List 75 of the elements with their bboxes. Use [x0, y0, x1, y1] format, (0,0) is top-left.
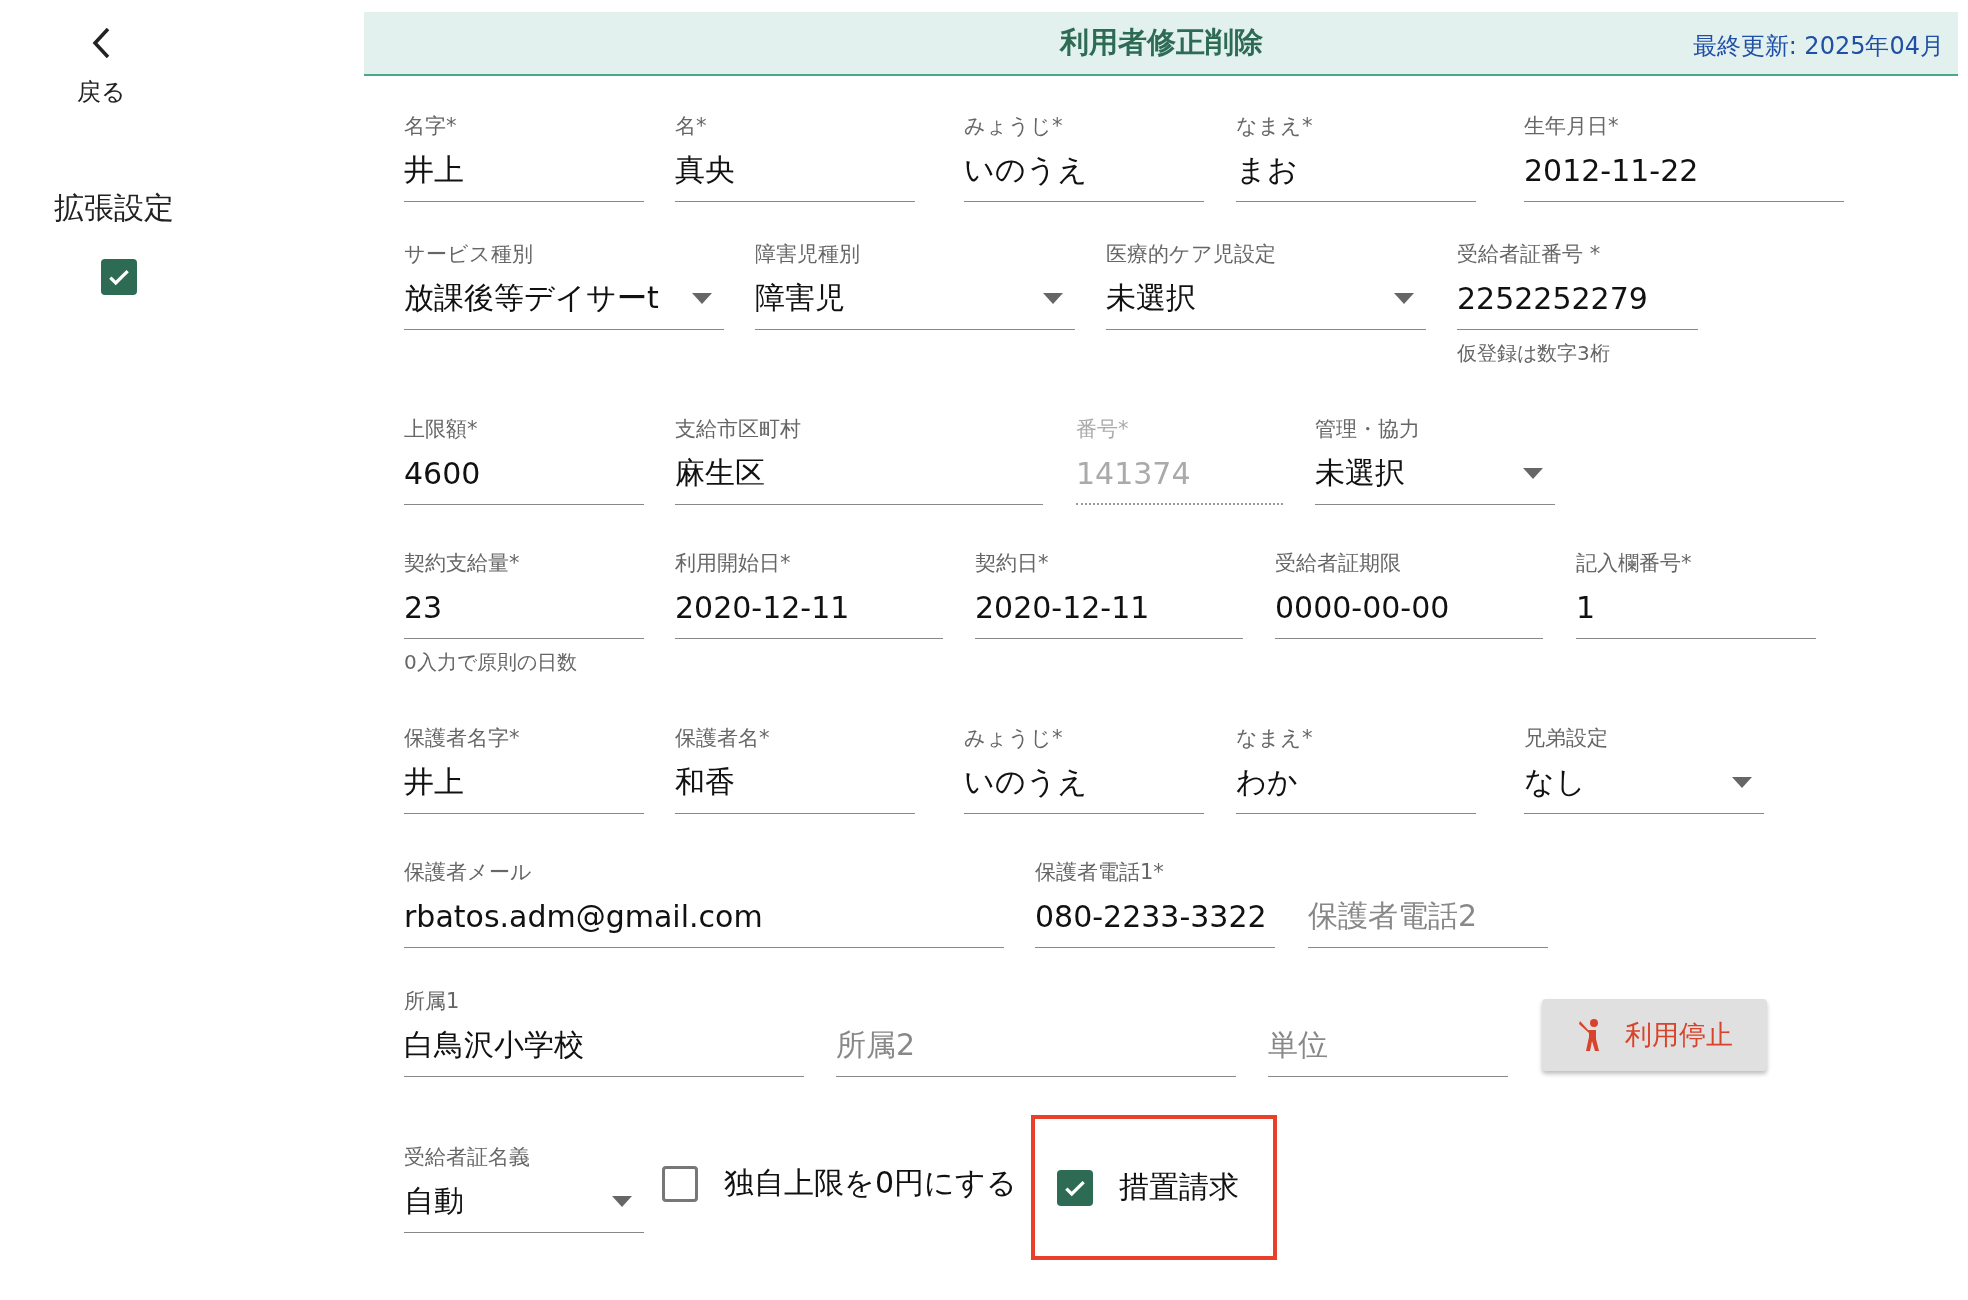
input-field[interactable]: いのうえ [964, 140, 1204, 202]
input-field[interactable]: 080-2233-3322 [1035, 886, 1275, 948]
dropdown-caret-icon [1043, 292, 1063, 305]
input-field[interactable]: 1 [1576, 577, 1816, 639]
field-label: 上限額* [404, 416, 479, 443]
field-label: なまえ* [1236, 113, 1314, 140]
input-field[interactable]: 真央 [675, 140, 915, 202]
field-label: 障害児種別 [755, 241, 861, 268]
setting-label: 拡張設定 [54, 189, 174, 227]
input-field[interactable]: 麻生区 [675, 443, 1043, 505]
dropdown-caret-icon [692, 292, 712, 305]
checkbox-label: 措置請求 [1119, 1168, 1240, 1206]
dropdown-caret-icon [1732, 776, 1752, 789]
field-label: 名字* [404, 113, 458, 140]
input-field[interactable]: 白鳥沢小学校 [404, 1015, 804, 1077]
back-button[interactable]: 戻る [64, 26, 138, 108]
field-label: 保護者電話1* [1035, 859, 1165, 886]
field-label: 保護者名* [675, 725, 771, 752]
field-label: 支給市区町村 [675, 416, 802, 443]
checkbox[interactable] [1057, 1169, 1094, 1206]
input-field[interactable]: 2020-12-11 [675, 577, 943, 639]
input-field[interactable]: 所属2 [836, 1015, 1236, 1077]
field-label: 所属1 [404, 988, 461, 1015]
helper-text: 0入力で原則の日数 [404, 649, 578, 676]
input-field[interactable]: 保護者電話2 [1308, 886, 1548, 948]
input-field[interactable]: rbatos.adm@gmail.com [404, 886, 1004, 948]
input-field[interactable]: 単位 [1268, 1015, 1508, 1077]
input-field[interactable]: 2252252279 [1457, 268, 1698, 330]
select-field[interactable]: 未選択 [1106, 268, 1426, 330]
field-label: 保護者メール [404, 859, 533, 886]
page-title: 利用者修正削除 [1059, 24, 1263, 61]
field-label: 契約日* [975, 550, 1050, 577]
last-updated-text: 最終更新: 2025年04月 [1692, 31, 1944, 62]
field-label: 保護者名字* [404, 725, 521, 752]
input-field[interactable]: まお [1236, 140, 1476, 202]
field-label: なまえ* [1236, 725, 1314, 752]
field-label: みょうじ* [964, 113, 1064, 140]
field-label: 利用開始日* [675, 550, 792, 577]
input-field: 141374 [1076, 443, 1283, 505]
field-label: 番号* [1076, 416, 1130, 443]
field-label: 契約支給量* [404, 550, 521, 577]
field-label: 兄弟設定 [1524, 725, 1609, 752]
input-field[interactable]: 2012-11-22 [1524, 140, 1844, 202]
dropdown-caret-icon [1523, 467, 1543, 480]
field-label: 名* [675, 113, 708, 140]
helper-text: 仮登録は数字3桁 [1457, 340, 1611, 367]
dropdown-caret-icon [612, 1195, 632, 1208]
checkbox[interactable] [101, 259, 137, 295]
back-chevron-icon [90, 26, 112, 60]
field-label: 受給者証名義 [404, 1144, 531, 1171]
input-field[interactable]: いのうえ [964, 752, 1204, 814]
select-field[interactable]: 障害児 [755, 268, 1075, 330]
field-label: 受給者証番号 * [1457, 241, 1602, 268]
select-field[interactable]: なし [1524, 752, 1764, 814]
field-label: 管理・協力 [1315, 416, 1421, 443]
field-label: 医療的ケア児設定 [1106, 241, 1277, 268]
input-field[interactable]: 2020-12-11 [975, 577, 1243, 639]
input-field[interactable]: 23 [404, 577, 644, 639]
select-field[interactable]: 未選択 [1315, 443, 1555, 505]
input-field[interactable]: 4600 [404, 443, 644, 505]
checkbox[interactable] [662, 1165, 698, 1202]
select-field[interactable]: 放課後等デイサーt [404, 268, 724, 330]
field-label: サービス種別 [404, 241, 534, 268]
input-field[interactable]: 0000-00-00 [1275, 577, 1543, 639]
checkbox-label: 独自上限を0円にする [724, 1164, 1018, 1202]
field-label: みょうじ* [964, 725, 1064, 752]
select-field[interactable]: 自動 [404, 1171, 644, 1233]
dropdown-caret-icon [1394, 292, 1414, 305]
field-label: 生年月日* [1524, 113, 1620, 140]
field-label: 受給者証期限 [1275, 550, 1402, 577]
input-field[interactable]: わか [1236, 752, 1476, 814]
field-label: 記入欄番号* [1576, 550, 1693, 577]
input-field[interactable]: 井上 [404, 752, 644, 814]
input-field[interactable]: 井上 [404, 140, 644, 202]
input-field[interactable]: 和香 [675, 752, 915, 814]
